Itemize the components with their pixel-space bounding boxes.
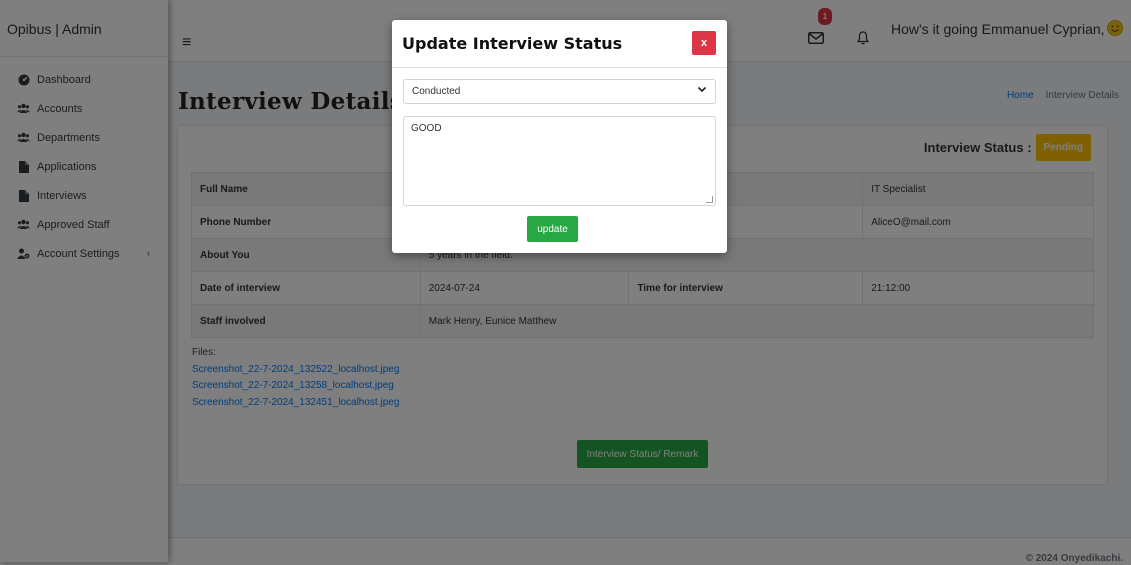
close-button[interactable]: x: [692, 31, 716, 55]
update-button[interactable]: update: [527, 216, 578, 242]
remark-text: GOOD: [411, 123, 442, 134]
modal-header: Update Interview Status x: [392, 20, 727, 68]
remark-textarea[interactable]: GOOD: [403, 116, 716, 206]
status-select[interactable]: Conducted: [403, 79, 716, 104]
modal-title: Update Interview Status: [402, 34, 623, 53]
update-status-modal: Update Interview Status x Conducted GOOD…: [392, 20, 727, 253]
chevron-down-icon: [697, 84, 707, 97]
status-select-value: Conducted: [412, 86, 461, 97]
resize-handle-icon[interactable]: [706, 196, 713, 203]
